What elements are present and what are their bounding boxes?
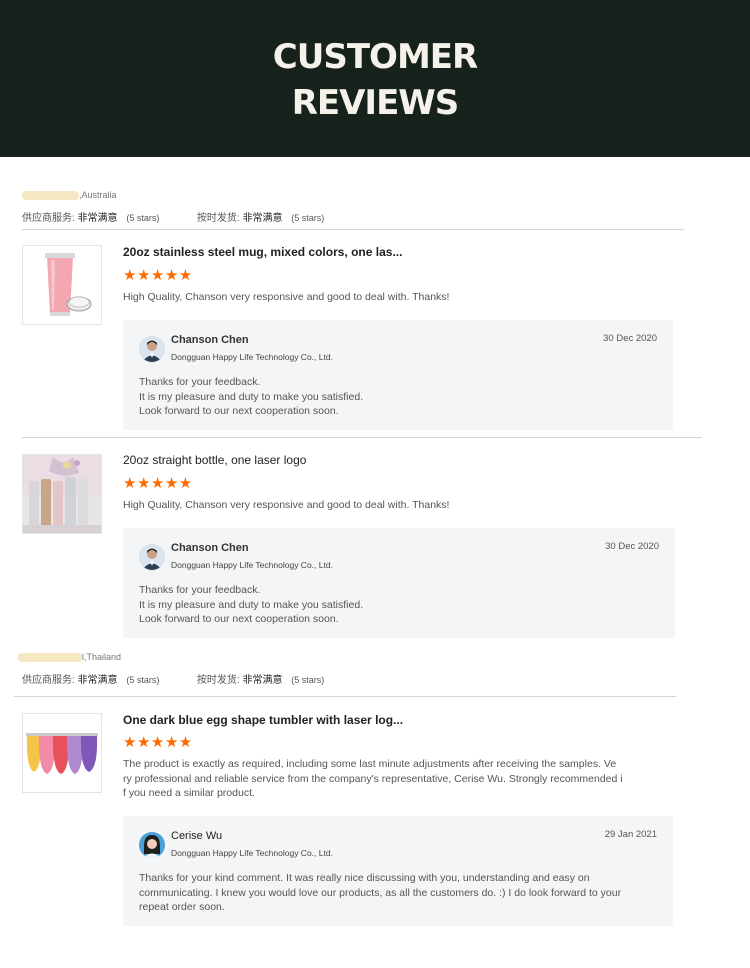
pink-tumbler-image	[23, 246, 101, 324]
supplier-reply: Chanson Chen Dongguan Happy Life Technol…	[123, 528, 675, 638]
reply-date: 30 Dec 2020	[603, 333, 657, 344]
supplier-reply: Chanson Chen Dongguan Happy Life Technol…	[123, 320, 673, 430]
avatar	[139, 544, 165, 570]
page-title: CUSTOMER REVIEWS	[272, 37, 478, 123]
product-title[interactable]: 20oz straight bottle, one laser logo	[123, 453, 306, 467]
reply-company: Dongguan Happy Life Technology Co., Ltd.	[171, 848, 333, 858]
avatar	[139, 832, 165, 858]
review-text: High Quality, Chanson very responsive an…	[123, 499, 450, 511]
buyer-location: ,Australia	[22, 190, 117, 201]
product-title[interactable]: 20oz stainless steel mug, mixed colors, …	[123, 245, 402, 259]
redacted-name	[18, 653, 82, 663]
reply-author: Chanson Chen	[171, 542, 249, 554]
supplier-reply: Cerise Wu Dongguan Happy Life Technology…	[123, 816, 673, 926]
buyer-location: l,Thailand	[18, 652, 121, 663]
reply-text: Thanks for your feedback. It is my pleas…	[139, 584, 364, 625]
straight-bottles-image	[23, 455, 101, 533]
reply-date: 29 Jan 2021	[604, 829, 657, 840]
reply-text: Thanks for your kind comment. It was rea…	[139, 872, 622, 913]
reply-author: Chanson Chen	[171, 334, 249, 346]
divider	[22, 229, 684, 230]
divider	[14, 696, 676, 697]
product-title[interactable]: One dark blue egg shape tumbler with las…	[123, 713, 403, 727]
reply-author: Cerise Wu	[171, 830, 223, 842]
reply-text: Thanks for your feedback. It is my pleas…	[139, 376, 364, 417]
redacted-name	[22, 191, 79, 201]
star-rating: ★★★★★	[123, 734, 193, 751]
star-rating: ★★★★★	[123, 475, 193, 492]
divider	[22, 437, 702, 438]
reply-date: 30 Dec 2020	[605, 541, 659, 552]
header-banner: CUSTOMER REVIEWS	[0, 0, 750, 157]
review-text: The product is exactly as required, incl…	[123, 758, 623, 799]
product-thumbnail[interactable]	[22, 454, 102, 534]
reply-company: Dongguan Happy Life Technology Co., Ltd.	[171, 560, 333, 570]
reply-company: Dongguan Happy Life Technology Co., Ltd.	[171, 352, 333, 362]
group-ratings: 供应商服务: 非常满意 (5 stars) 按时发货: 非常满意 (5 star…	[22, 213, 325, 224]
group-ratings: 供应商服务: 非常满意 (5 stars) 按时发货: 非常满意 (5 star…	[22, 675, 325, 686]
product-thumbnail[interactable]	[22, 245, 102, 325]
star-rating: ★★★★★	[123, 267, 193, 284]
product-thumbnail[interactable]	[22, 713, 102, 793]
review-text: High Quality, Chanson very responsive an…	[123, 291, 450, 303]
egg-tumblers-image	[23, 714, 101, 792]
avatar	[139, 336, 165, 362]
